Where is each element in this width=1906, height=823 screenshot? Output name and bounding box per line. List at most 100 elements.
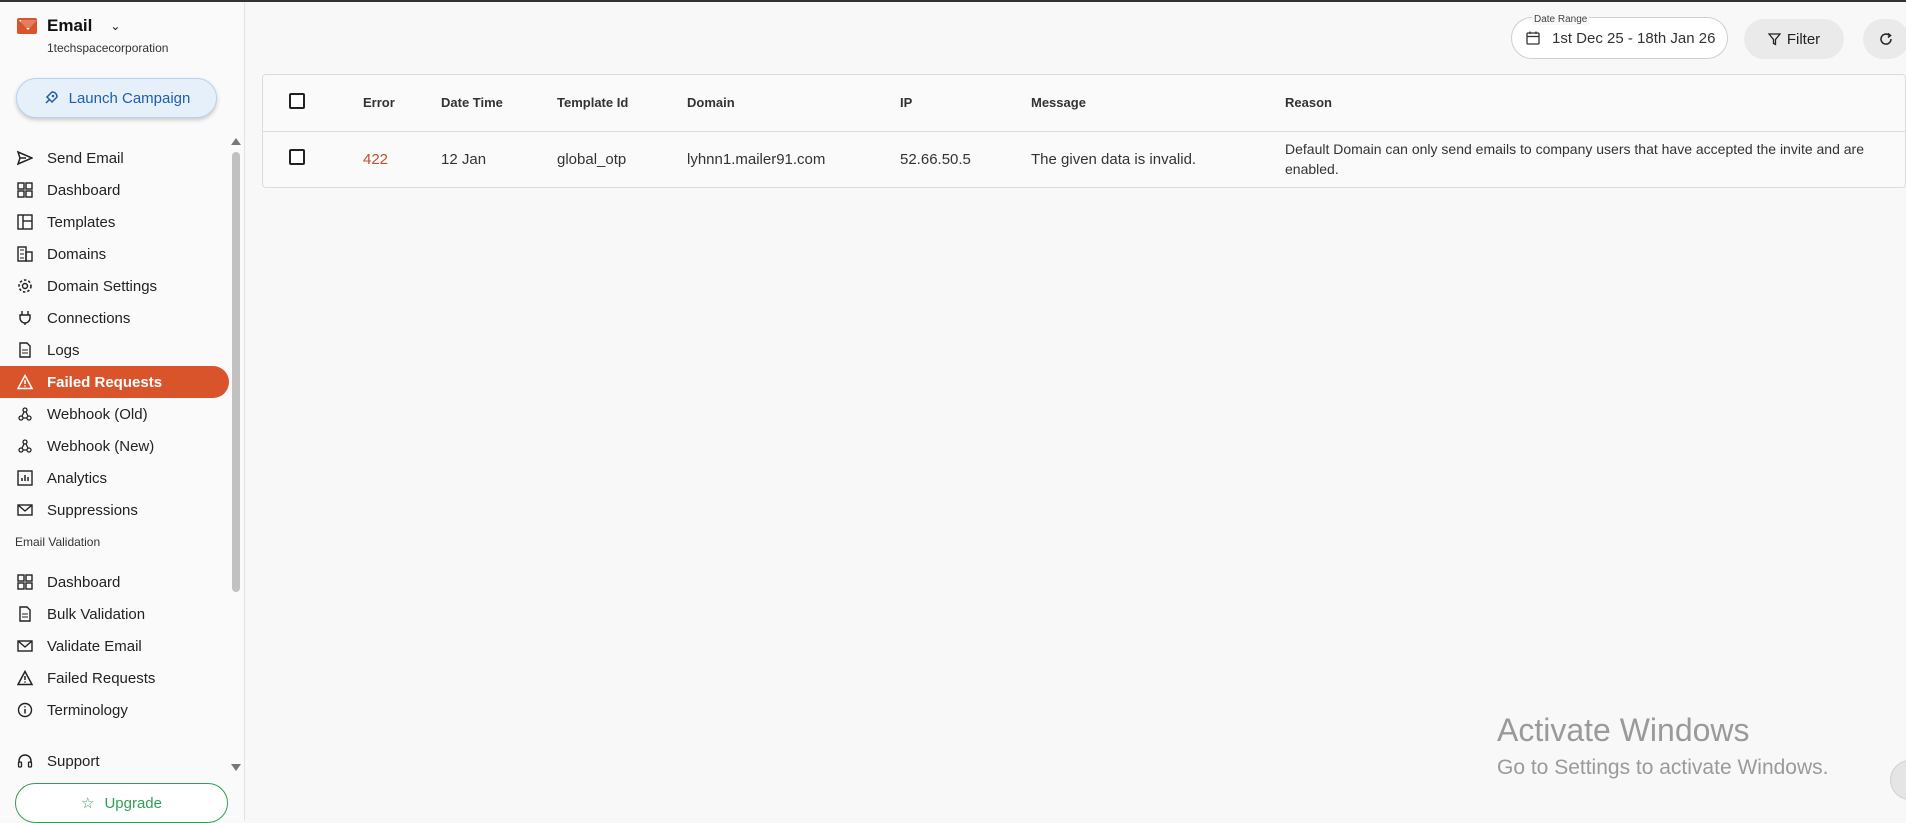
- sidebar-item-label: Analytics: [47, 469, 108, 487]
- building-icon: [17, 246, 33, 262]
- sidebar-nav: Send Email Dashboard Templates Domains Domai…: [0, 142, 229, 726]
- sidebar-item-validate-email[interactable]: Validate Email: [0, 630, 229, 662]
- dashboard-icon: [17, 182, 33, 198]
- mail-block-icon: [17, 502, 33, 518]
- column-header-template-id[interactable]: Template Id: [557, 75, 687, 132]
- filter-button[interactable]: Filter: [1744, 19, 1844, 59]
- sidebar-item-bulk-validation[interactable]: Bulk Validation: [0, 598, 229, 630]
- top-border: [0, 0, 1906, 2]
- sidebar-item-dashboard[interactable]: Dashboard: [0, 566, 229, 598]
- sidebar-item-label: Send Email: [47, 149, 124, 167]
- scroll-up-arrow-icon[interactable]: [231, 138, 241, 145]
- star-icon: ☆: [81, 795, 95, 812]
- templates-icon: [17, 214, 33, 230]
- date-range-picker[interactable]: Date Range 1st Dec 25 - 18th Jan 26: [1511, 14, 1728, 59]
- reason-cell: Default Domain can only send emails to c…: [1285, 141, 1864, 178]
- sidebar-item-dashboard[interactable]: Dashboard: [0, 174, 229, 206]
- headset-icon: [17, 753, 33, 769]
- sidebar-item-label: Suppressions: [47, 501, 138, 519]
- column-header-domain[interactable]: Domain: [687, 75, 900, 132]
- sidebar-item-templates[interactable]: Templates: [0, 206, 229, 238]
- sidebar-item-logs[interactable]: Logs: [0, 334, 229, 366]
- sidebar-item-label: Webhook (New): [47, 437, 155, 455]
- column-header-error[interactable]: Error: [363, 75, 441, 132]
- watermark-subtitle: Go to Settings to activate Windows.: [1497, 756, 1829, 779]
- sidebar: Email ⌄ 1techspacecorporation Launch Cam…: [0, 2, 245, 823]
- filter-icon: [1767, 32, 1781, 46]
- sidebar-item-label: Dashboard: [47, 181, 121, 199]
- column-header-reason[interactable]: Reason: [1285, 75, 1905, 132]
- scroll-down-arrow-icon[interactable]: [231, 764, 241, 771]
- document-icon: [17, 606, 33, 622]
- rocket-icon: [45, 91, 58, 104]
- watermark-title: Activate Windows: [1497, 712, 1750, 748]
- select-all-checkbox[interactable]: [289, 93, 305, 110]
- sidebar-item-analytics[interactable]: Analytics: [0, 462, 229, 494]
- sidebar-item-domain-settings[interactable]: Domain Settings: [0, 270, 229, 302]
- sidebar-item-label: Validate Email: [47, 637, 142, 655]
- column-header-message[interactable]: Message: [1031, 75, 1285, 132]
- failed-requests-table: Error Date Time Template Id Domain IP Me…: [262, 74, 1906, 188]
- scrollbar-thumb[interactable]: [232, 152, 240, 592]
- sidebar-item-terminology[interactable]: Terminology: [0, 694, 229, 726]
- refresh-button[interactable]: [1863, 19, 1906, 59]
- webhook-icon: [17, 438, 33, 454]
- column-header-date-time[interactable]: Date Time: [441, 75, 557, 132]
- sidebar-item-webhook-new[interactable]: Webhook (New): [0, 430, 229, 462]
- document-icon: [17, 342, 33, 358]
- plug-icon: [17, 310, 33, 326]
- table-header-row: Error Date Time Template Id Domain IP Me…: [263, 75, 1905, 132]
- ip-cell: 52.66.50.5: [900, 150, 971, 168]
- sidebar-item-send-email[interactable]: Send Email: [0, 142, 229, 174]
- sidebar-item-label: Support: [47, 752, 100, 770]
- mail-icon: [17, 638, 33, 654]
- upgrade-button[interactable]: ☆ Upgrade: [15, 783, 228, 823]
- sidebar-item-label: Bulk Validation: [47, 605, 146, 623]
- domain-cell: lyhnn1.mailer91.com: [687, 150, 826, 168]
- upgrade-label: Upgrade: [104, 794, 162, 812]
- info-icon: [17, 702, 33, 718]
- sidebar-item-failed-requests[interactable]: Failed Requests: [0, 366, 229, 398]
- sidebar-item-label: Domains: [47, 245, 107, 263]
- send-icon: [17, 150, 33, 166]
- sidebar-item-label: Domain Settings: [47, 277, 158, 295]
- sidebar-item-label: Webhook (Old): [47, 405, 148, 423]
- sidebar-item-label: Logs: [47, 341, 80, 359]
- launch-campaign-label: Launch Campaign: [68, 89, 191, 107]
- analytics-icon: [17, 470, 33, 486]
- sidebar-item-support[interactable]: Support: [0, 745, 229, 777]
- sidebar-item-domains[interactable]: Domains: [0, 238, 229, 270]
- webhook-icon: [17, 406, 33, 422]
- table-row[interactable]: 422 12 Jan global_otp lyhnn1.mailer91.co…: [263, 131, 1905, 187]
- sidebar-item-label: Failed Requests: [47, 373, 163, 391]
- date-range-label: Date Range: [1532, 14, 1590, 25]
- sidebar-item-label: Terminology: [47, 701, 128, 719]
- row-checkbox[interactable]: [289, 149, 305, 166]
- calendar-icon: [1526, 31, 1540, 45]
- sidebar-item-webhook-old[interactable]: Webhook (Old): [0, 398, 229, 430]
- filter-label: Filter: [1786, 30, 1821, 48]
- warning-icon: [17, 374, 33, 390]
- floating-action-button[interactable]: [1890, 760, 1906, 800]
- date-range-value: 1st Dec 25 - 18th Jan 26: [1552, 30, 1716, 47]
- sidebar-item-label: Dashboard: [47, 573, 121, 591]
- app-title: Email: [47, 16, 93, 35]
- sidebar-item-connections[interactable]: Connections: [0, 302, 229, 334]
- sidebar-item-failed-requests[interactable]: Failed Requests: [0, 662, 229, 694]
- dashboard-icon: [17, 574, 33, 590]
- date-time-cell: 12 Jan: [441, 150, 487, 168]
- refresh-icon: [1880, 32, 1892, 45]
- email-logo-icon: [17, 18, 37, 34]
- sidebar-item-suppressions[interactable]: Suppressions: [0, 494, 229, 526]
- sidebar-item-label: Templates: [47, 213, 116, 231]
- app-switcher[interactable]: Email ⌄: [17, 16, 120, 36]
- org-name: 1techspacecorporation: [47, 41, 169, 55]
- sidebar-scrollbar[interactable]: [230, 138, 242, 774]
- launch-campaign-button[interactable]: Launch Campaign: [16, 78, 217, 118]
- template-id-cell: global_otp: [557, 150, 627, 168]
- chevron-down-icon[interactable]: ⌄: [110, 19, 120, 33]
- error-code: 422: [363, 150, 389, 168]
- column-header-ip[interactable]: IP: [900, 75, 1031, 132]
- section-label-email-validation: Email Validation: [15, 535, 101, 549]
- message-cell: The given data is invalid.: [1031, 150, 1197, 168]
